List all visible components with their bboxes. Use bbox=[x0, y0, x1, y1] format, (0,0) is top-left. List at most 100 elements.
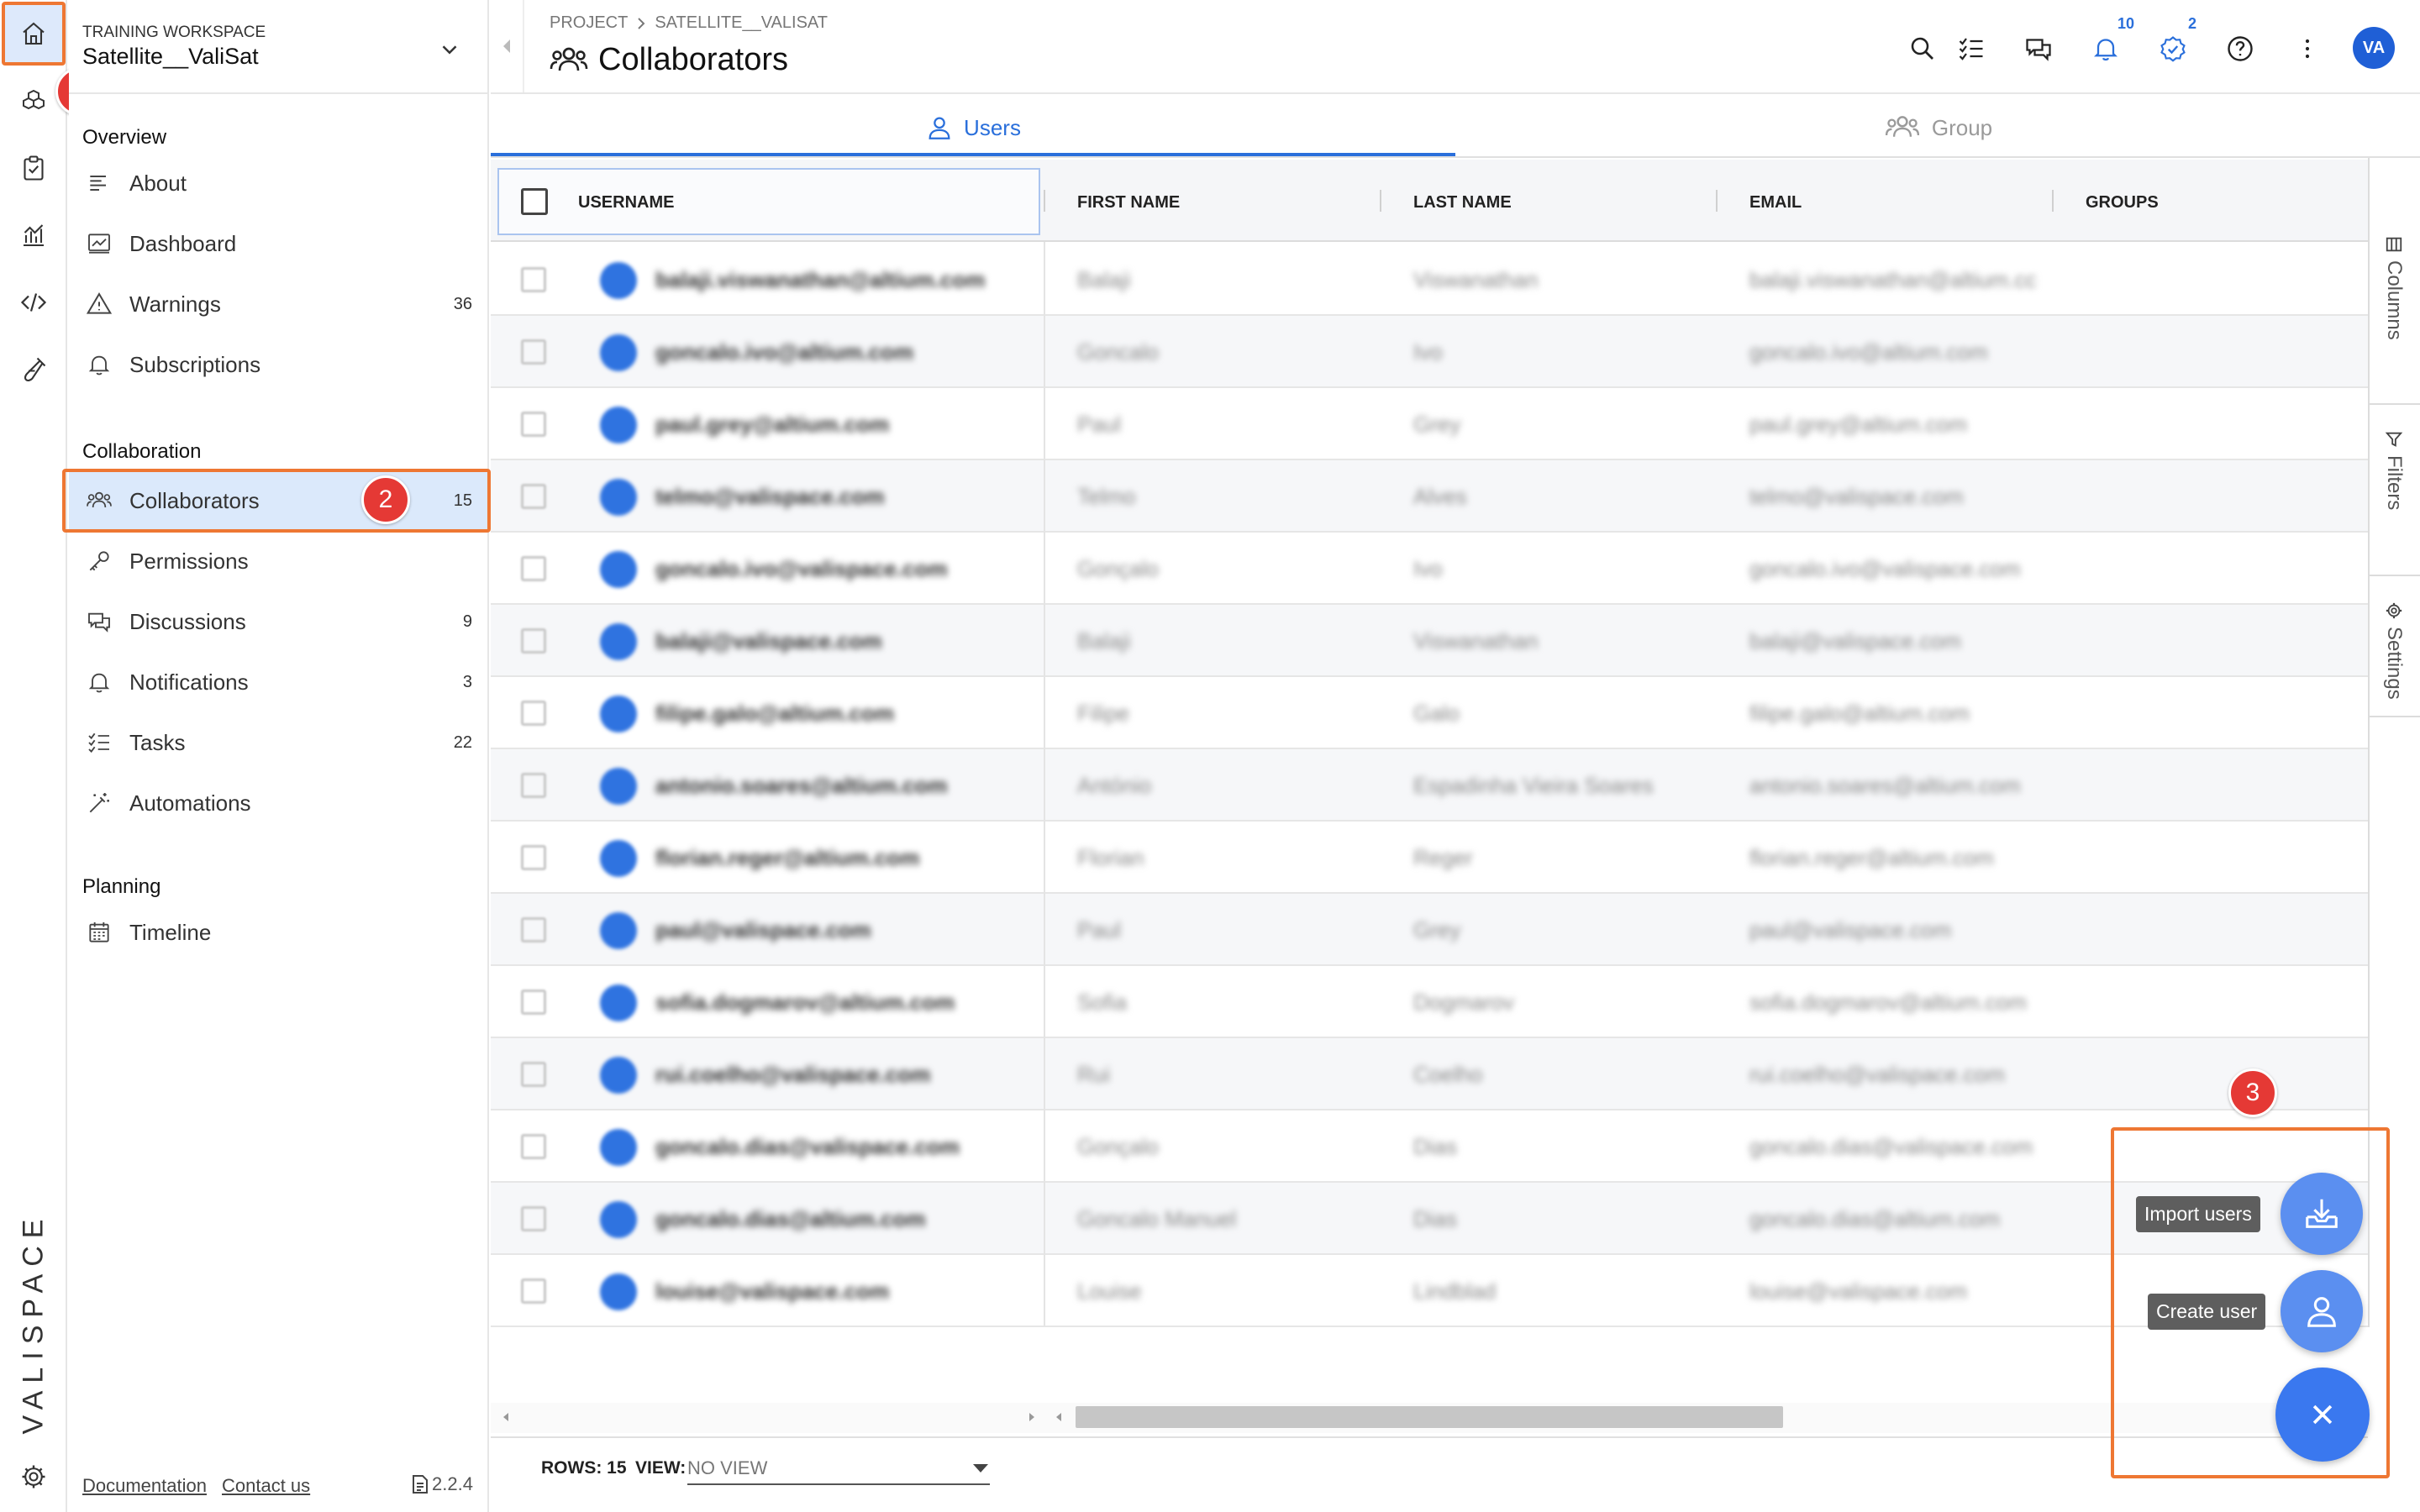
row-checkbox[interactable] bbox=[521, 339, 546, 365]
column-header-username[interactable]: USERNAME bbox=[578, 193, 674, 213]
row-checkbox[interactable] bbox=[521, 412, 546, 437]
requirements-button[interactable] bbox=[10, 144, 57, 192]
scroll-right-arrow[interactable] bbox=[1025, 1410, 1039, 1425]
column-divider[interactable] bbox=[1044, 190, 1045, 212]
row-checkbox[interactable] bbox=[521, 1278, 546, 1304]
scroll-left-arrow[interactable] bbox=[499, 1410, 513, 1425]
avatar bbox=[600, 912, 637, 949]
row-checkbox[interactable] bbox=[521, 990, 546, 1015]
row-checkbox[interactable] bbox=[521, 484, 546, 509]
collaboration-section-title: Collaboration bbox=[82, 440, 202, 463]
table-row[interactable]: telmo@valispace.com Telmo Alves telmo@valis… bbox=[491, 460, 2368, 533]
documentation-link[interactable]: Documentation bbox=[82, 1475, 207, 1497]
column-header-first-name[interactable]: FIRST NAME bbox=[1077, 193, 1180, 213]
breadcrumb-project[interactable]: SATELLITE__VALISAT bbox=[655, 13, 828, 33]
view-select[interactable]: NO VIEW bbox=[687, 1453, 990, 1485]
sidebar-item-warnings[interactable]: Warnings 36 bbox=[69, 276, 489, 333]
table-row[interactable]: sofia.dogmarov@altium.com Sofia Dogmarov so… bbox=[491, 966, 2368, 1038]
row-checkbox[interactable] bbox=[521, 1134, 546, 1159]
columns-panel-button[interactable]: Columns bbox=[2368, 235, 2420, 340]
sidebar-item-dashboard[interactable]: Dashboard bbox=[69, 215, 489, 272]
table-row[interactable]: balaji@valispace.com Balaji Viswanathan bal… bbox=[491, 605, 2368, 677]
tab-group[interactable]: Group bbox=[1455, 101, 2420, 155]
table-row[interactable]: paul.grey@altium.com Paul Grey paul.grey@al… bbox=[491, 388, 2368, 460]
row-checkbox[interactable] bbox=[521, 917, 546, 942]
table-row[interactable]: balaji.viswanathan@altium.com Balaji Viswa… bbox=[491, 244, 2368, 316]
user-avatar[interactable]: VA bbox=[2353, 27, 2395, 69]
cell-email: florian.reger@altium.com bbox=[1749, 845, 1994, 870]
table-row[interactable]: louise@valispace.com Louise Lindblad louise… bbox=[491, 1255, 2368, 1327]
testing-button[interactable] bbox=[10, 346, 57, 393]
sidebar-item-automations[interactable]: Automations bbox=[69, 774, 489, 832]
page-title-text: Collaborators bbox=[598, 42, 788, 77]
table-row[interactable]: florian.reger@altium.com Florian Reger flor… bbox=[491, 822, 2368, 894]
settings-button[interactable] bbox=[10, 1453, 57, 1500]
cell-first-name: Sofia bbox=[1077, 990, 1128, 1015]
home-icon bbox=[23, 22, 45, 45]
column-header-groups[interactable]: GROUPS bbox=[2086, 193, 2159, 213]
row-checkbox[interactable] bbox=[521, 267, 546, 292]
column-header-last-name[interactable]: LAST NAME bbox=[1413, 193, 1512, 213]
workspace-dropdown[interactable] bbox=[437, 37, 462, 62]
table-row[interactable]: goncalo.dias@altium.com Goncalo Manuel Dia… bbox=[491, 1183, 2368, 1255]
table-row[interactable]: paul@valispace.com Paul Grey paul@valispace… bbox=[491, 894, 2368, 966]
my-tasks-button[interactable] bbox=[2156, 32, 2190, 66]
table-row[interactable]: goncalo.ivo@valispace.com Gonçalo Ivo gonca… bbox=[491, 533, 2368, 605]
tab-users[interactable]: Users bbox=[491, 101, 1455, 155]
avatar bbox=[600, 623, 637, 660]
cell-last-name: Lindblad bbox=[1413, 1278, 1497, 1304]
fab-close-button[interactable] bbox=[2275, 1368, 2370, 1462]
table-row[interactable]: goncalo.ivo@altium.com Goncalo Ivo goncalo.… bbox=[491, 316, 2368, 388]
help-button[interactable] bbox=[2223, 32, 2257, 66]
scrollbar-thumb[interactable] bbox=[1076, 1406, 1783, 1428]
row-checkbox[interactable] bbox=[521, 701, 546, 726]
discussions-button[interactable] bbox=[2022, 32, 2055, 66]
cell-first-name: Paul bbox=[1077, 412, 1122, 437]
sidebar-item-subscriptions[interactable]: Subscriptions bbox=[69, 336, 489, 393]
row-checkbox[interactable] bbox=[521, 556, 546, 581]
settings-panel-button[interactable]: Settings bbox=[2368, 601, 2420, 700]
table-row[interactable]: antonio.soares@altium.com António Espadinh… bbox=[491, 749, 2368, 822]
tab-users-label: Users bbox=[964, 114, 1021, 140]
row-checkbox[interactable] bbox=[521, 845, 546, 870]
column-divider[interactable] bbox=[2052, 190, 2054, 212]
components-button[interactable] bbox=[10, 77, 57, 124]
create-user-button[interactable] bbox=[2281, 1270, 2363, 1352]
avatar bbox=[600, 1273, 637, 1310]
sidebar-item-timeline[interactable]: Timeline bbox=[69, 904, 489, 961]
filters-panel-button[interactable]: Filters bbox=[2368, 430, 2420, 510]
row-checkbox[interactable] bbox=[521, 628, 546, 654]
sidebar-item-discussions[interactable]: Discussions 9 bbox=[69, 593, 489, 650]
select-all-checkbox[interactable] bbox=[521, 188, 548, 215]
column-divider[interactable] bbox=[1716, 190, 1718, 212]
caret-right-icon bbox=[1029, 1413, 1034, 1421]
import-users-button[interactable] bbox=[2281, 1173, 2363, 1255]
home-button[interactable] bbox=[10, 10, 57, 57]
more-menu-button[interactable] bbox=[2291, 32, 2324, 66]
row-checkbox[interactable] bbox=[521, 1062, 546, 1087]
table-row[interactable]: rui.coelho@valispace.com Rui Coelho rui.coe… bbox=[491, 1038, 2368, 1110]
collapse-sidebar-button[interactable] bbox=[491, 0, 524, 92]
table-row[interactable]: filipe.galo@altium.com Filipe Galo filipe.g… bbox=[491, 677, 2368, 749]
row-checkbox[interactable] bbox=[521, 773, 546, 798]
workspace-name[interactable]: Satellite__ValiSat bbox=[82, 44, 259, 70]
sidebar-item-permissions[interactable]: Permissions bbox=[69, 533, 489, 590]
analyses-button[interactable] bbox=[10, 212, 57, 259]
column-divider[interactable] bbox=[1380, 190, 1381, 212]
search-icon bbox=[1911, 37, 1933, 60]
notifications-button[interactable] bbox=[2089, 32, 2123, 66]
sidebar-item-about[interactable]: About bbox=[69, 155, 489, 212]
column-header-email[interactable]: EMAIL bbox=[1749, 193, 1802, 213]
search-button[interactable] bbox=[1906, 32, 1939, 66]
scripting-button[interactable] bbox=[10, 279, 57, 326]
contact-us-link[interactable]: Contact us bbox=[222, 1475, 310, 1497]
breadcrumb-root[interactable]: PROJECT bbox=[550, 13, 628, 33]
scroll-left-arrow[interactable] bbox=[1052, 1410, 1065, 1425]
page-title: Collaborators bbox=[548, 42, 788, 78]
sidebar-item-tasks[interactable]: Tasks 22 bbox=[69, 714, 489, 771]
users-icon bbox=[1885, 116, 1919, 137]
table-row[interactable]: goncalo.dias@valispace.com Gonçalo Dias gon… bbox=[491, 1110, 2368, 1183]
row-checkbox[interactable] bbox=[521, 1206, 546, 1231]
tasks-list-button[interactable] bbox=[1954, 32, 1988, 66]
sidebar-item-notifications[interactable]: Notifications 3 bbox=[69, 654, 489, 711]
